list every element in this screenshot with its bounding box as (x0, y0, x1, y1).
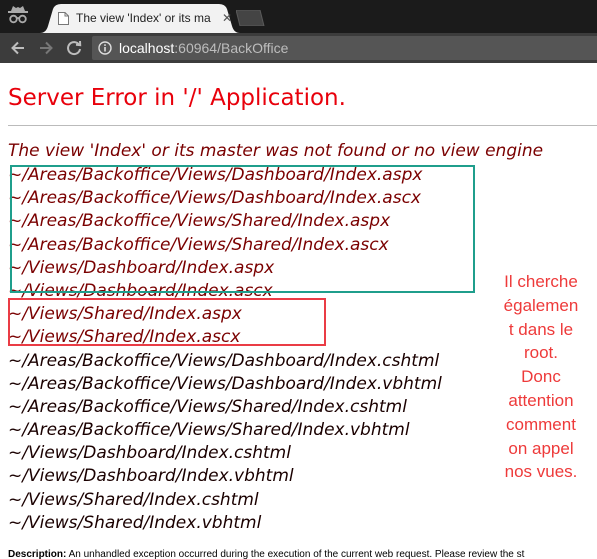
annotation-line: t dans le (508, 319, 574, 339)
annotation-note: Il cherche égalemen t dans le root. Donc atte… (494, 270, 588, 484)
searched-location: ~/Views/Dashboard/Index.ascx (8, 280, 273, 301)
searched-location: ~/Areas/Backoffice/Views/Dashboard/Index… (8, 373, 442, 394)
description-text: An unhandled exception occurred during t… (68, 549, 525, 559)
searched-location: ~/Areas/Backoffice/Views/Dashboard/Index… (8, 350, 440, 371)
tab-active[interactable]: The view 'Index' or its ma ✕ (40, 4, 240, 33)
searched-location: ~/Views/Dashboard/Index.cshtml (8, 443, 291, 464)
incognito-icon (6, 4, 30, 26)
annotation-line: root. (523, 343, 559, 363)
searched-location: ~/Areas/Backoffice/Views/Dashboard/Index… (8, 188, 421, 209)
browser-window: The view 'Index' or its ma ✕ localhost:6… (0, 0, 597, 559)
searched-location: ~/Areas/Backoffice/Views/Shared/Index.vb… (8, 420, 410, 441)
error-message: The view 'Index' or its master was not f… (8, 141, 544, 161)
searched-location: ~/Views/Shared/Index.aspx (8, 304, 242, 325)
tab-strip: The view 'Index' or its ma ✕ (0, 0, 597, 33)
annotation-line: égalemen (503, 295, 579, 315)
annotation-line: comment (506, 414, 576, 434)
address-url[interactable]: localhost:60964/BackOffice (119, 40, 288, 56)
tab-close-button[interactable]: ✕ (220, 10, 234, 26)
back-arrow-icon[interactable] (8, 38, 28, 58)
site-info-icon[interactable] (98, 41, 112, 60)
searched-location: ~/Views/Dashboard/Index.vbhtml (8, 466, 294, 487)
annotation-line: nos vues. (504, 462, 578, 482)
address-bar[interactable]: localhost:60964/BackOffice (92, 36, 597, 60)
page-favicon-icon (58, 12, 69, 25)
annotation-line: Donc (521, 367, 561, 387)
searched-location: ~/Views/Dashboard/Index.aspx (8, 257, 275, 278)
annotation-line: Il cherche (504, 272, 578, 291)
searched-location: ~/Views/Shared/Index.vbhtml (8, 512, 262, 533)
searched-locations-list: ~/Areas/Backoffice/Views/Dashboard/Index… (8, 164, 442, 535)
browser-toolbar: localhost:60964/BackOffice (0, 33, 597, 63)
description: Description: An unhandled exception occu… (8, 549, 524, 559)
annotation-line: attention (508, 390, 574, 410)
searched-location: ~/Views/Shared/Index.ascx (8, 327, 241, 348)
url-host: localhost (119, 40, 175, 56)
page-content: Server Error in '/' Application. The vie… (0, 63, 597, 559)
searched-location: ~/Areas/Backoffice/Views/Shared/Index.as… (8, 234, 389, 255)
url-path: :60964/BackOffice (174, 40, 289, 56)
forward-arrow-icon[interactable] (36, 38, 56, 58)
error-title: Server Error in '/' Application. (8, 85, 346, 111)
new-tab-icon[interactable] (235, 9, 266, 31)
searched-location: ~/Areas/Backoffice/Views/Dashboard/Index… (8, 165, 423, 185)
searched-location: ~/Views/Shared/Index.cshtml (8, 489, 259, 510)
reload-icon[interactable] (64, 38, 84, 58)
searched-location: ~/Areas/Backoffice/Views/Shared/Index.cs… (8, 396, 407, 417)
tab-title: The view 'Index' or its ma (76, 11, 211, 25)
divider (8, 125, 597, 126)
annotation-line: on appel (508, 438, 574, 458)
searched-location: ~/Areas/Backoffice/Views/Shared/Index.as… (8, 211, 391, 232)
description-label: Description: (8, 549, 67, 559)
